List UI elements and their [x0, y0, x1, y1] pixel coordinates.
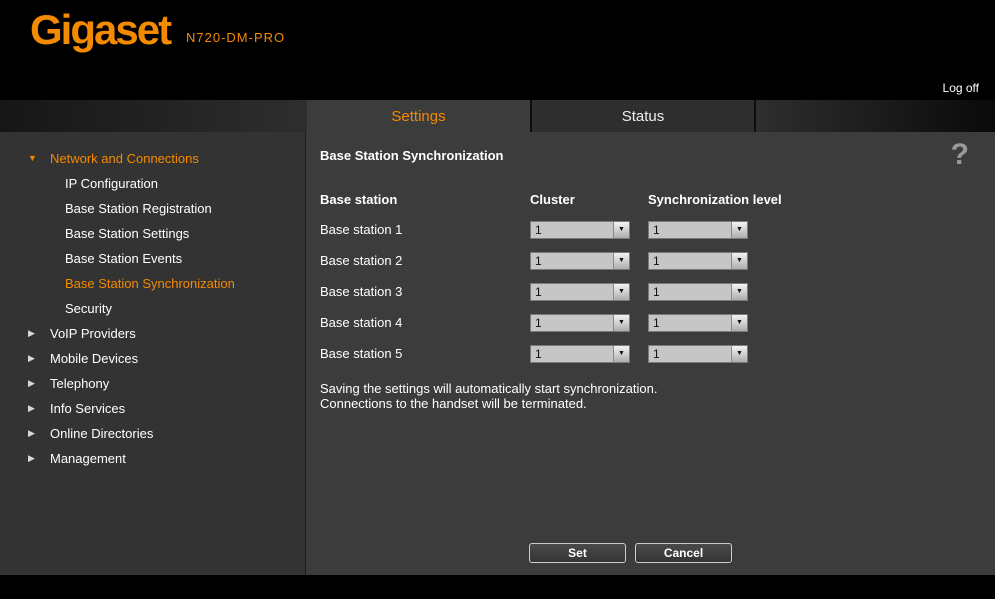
sidebar-item-base-station-synchronization[interactable]: Base Station Synchronization	[0, 271, 305, 296]
info-note: Saving the settings will automatically s…	[320, 381, 965, 411]
action-button-row: Set Cancel	[529, 543, 732, 563]
column-header-sync-level: Synchronization level	[648, 192, 965, 207]
table-row: Base station 2 1 ▼ 1 ▼	[320, 245, 965, 276]
selected-value: 1	[531, 253, 613, 269]
gigaset-logo: Gigaset	[30, 6, 170, 54]
selected-value: 1	[649, 284, 731, 300]
sync-level-select-5[interactable]: 1 ▼	[648, 345, 748, 363]
set-button[interactable]: Set	[529, 543, 626, 563]
help-icon[interactable]: ?	[951, 138, 969, 172]
sidebar-item-voip-providers[interactable]: ▶ VoIP Providers	[0, 321, 305, 346]
table-row: Base station 1 1 ▼ 1 ▼	[320, 214, 965, 245]
table-row: Base station 3 1 ▼ 1 ▼	[320, 276, 965, 307]
row-label: Base station 2	[320, 253, 530, 268]
column-header-cluster: Cluster	[530, 192, 648, 207]
tab-bar-left-spacer	[0, 100, 307, 132]
tab-status[interactable]: Status	[532, 100, 754, 132]
sync-level-select-4[interactable]: 1 ▼	[648, 314, 748, 332]
row-label: Base station 3	[320, 284, 530, 299]
page-title: Base Station Synchronization	[320, 148, 965, 164]
sync-level-select-2[interactable]: 1 ▼	[648, 252, 748, 270]
cluster-select-3[interactable]: 1 ▼	[530, 283, 630, 301]
selected-value: 1	[531, 346, 613, 362]
dropdown-arrow-icon[interactable]: ▼	[731, 253, 747, 269]
chevron-down-icon: ▼	[28, 146, 42, 171]
sync-table: Base station Cluster Synchronization lev…	[320, 184, 965, 369]
header: Gigaset N720-DM-PRO Log off	[0, 0, 995, 100]
sidebar-item-telephony[interactable]: ▶ Telephony	[0, 371, 305, 396]
product-name: N720-DM-PRO	[186, 30, 285, 45]
sync-level-select-3[interactable]: 1 ▼	[648, 283, 748, 301]
sidebar-item-base-station-settings[interactable]: Base Station Settings	[0, 221, 305, 246]
tab-bar: Settings Status	[0, 100, 995, 132]
sidebar-item-label: Telephony	[50, 376, 109, 391]
cluster-select-1[interactable]: 1 ▼	[530, 221, 630, 239]
main-area: ▼ Network and Connections IP Configurati…	[0, 132, 995, 575]
sidebar-item-label: Info Services	[50, 401, 125, 416]
sidebar-item-security[interactable]: Security	[0, 296, 305, 321]
cluster-select-4[interactable]: 1 ▼	[530, 314, 630, 332]
row-label: Base station 4	[320, 315, 530, 330]
sidebar-item-info-services[interactable]: ▶ Info Services	[0, 396, 305, 421]
dropdown-arrow-icon[interactable]: ▼	[613, 315, 629, 331]
selected-value: 1	[649, 222, 731, 238]
chevron-right-icon: ▶	[28, 346, 42, 371]
bottom-bar	[0, 575, 995, 599]
tab-settings[interactable]: Settings	[307, 100, 530, 132]
dropdown-arrow-icon[interactable]: ▼	[731, 346, 747, 362]
selected-value: 1	[531, 315, 613, 331]
log-off-link[interactable]: Log off	[943, 81, 979, 95]
dropdown-arrow-icon[interactable]: ▼	[731, 222, 747, 238]
selected-value: 1	[531, 284, 613, 300]
selected-value: 1	[531, 222, 613, 238]
selected-value: 1	[649, 253, 731, 269]
dropdown-arrow-icon[interactable]: ▼	[613, 222, 629, 238]
sidebar-item-label: VoIP Providers	[50, 326, 136, 341]
chevron-right-icon: ▶	[28, 421, 42, 446]
table-header-row: Base station Cluster Synchronization lev…	[320, 184, 965, 214]
dropdown-arrow-icon[interactable]: ▼	[613, 253, 629, 269]
tab-bar-right-spacer	[756, 100, 995, 132]
sidebar-item-label: Online Directories	[50, 426, 153, 441]
dropdown-arrow-icon[interactable]: ▼	[731, 315, 747, 331]
sidebar-item-online-directories[interactable]: ▶ Online Directories	[0, 421, 305, 446]
sidebar-item-base-station-registration[interactable]: Base Station Registration	[0, 196, 305, 221]
cluster-select-5[interactable]: 1 ▼	[530, 345, 630, 363]
sidebar-item-mobile-devices[interactable]: ▶ Mobile Devices	[0, 346, 305, 371]
chevron-right-icon: ▶	[28, 321, 42, 346]
row-label: Base station 5	[320, 346, 530, 361]
sidebar-item-management[interactable]: ▶ Management	[0, 446, 305, 471]
sidebar-item-base-station-events[interactable]: Base Station Events	[0, 246, 305, 271]
sidebar-item-network-and-connections[interactable]: ▼ Network and Connections	[0, 146, 305, 171]
cluster-select-2[interactable]: 1 ▼	[530, 252, 630, 270]
table-row: Base station 5 1 ▼ 1 ▼	[320, 338, 965, 369]
row-label: Base station 1	[320, 222, 530, 237]
sidebar-item-label: Mobile Devices	[50, 351, 138, 366]
table-row: Base station 4 1 ▼ 1 ▼	[320, 307, 965, 338]
sidebar-item-label: Management	[50, 451, 126, 466]
column-header-base-station: Base station	[320, 192, 530, 207]
chevron-right-icon: ▶	[28, 396, 42, 421]
sidebar-nav: ▼ Network and Connections IP Configurati…	[0, 132, 306, 575]
note-line-2: Connections to the handset will be termi…	[320, 396, 965, 411]
note-line-1: Saving the settings will automatically s…	[320, 381, 965, 396]
content-panel: Base Station Synchronization ? Base stat…	[306, 132, 995, 575]
sidebar-item-label: Network and Connections	[50, 151, 199, 166]
sidebar-item-ip-configuration[interactable]: IP Configuration	[0, 171, 305, 196]
dropdown-arrow-icon[interactable]: ▼	[731, 284, 747, 300]
selected-value: 1	[649, 315, 731, 331]
dropdown-arrow-icon[interactable]: ▼	[613, 284, 629, 300]
chevron-right-icon: ▶	[28, 446, 42, 471]
sync-level-select-1[interactable]: 1 ▼	[648, 221, 748, 239]
selected-value: 1	[649, 346, 731, 362]
cancel-button[interactable]: Cancel	[635, 543, 732, 563]
dropdown-arrow-icon[interactable]: ▼	[613, 346, 629, 362]
chevron-right-icon: ▶	[28, 371, 42, 396]
